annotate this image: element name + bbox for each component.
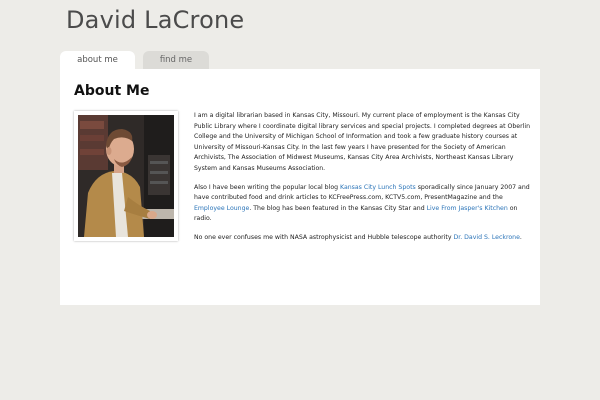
page: David LaCrone about me find me About Me — [0, 0, 600, 400]
bio-paragraph-2: Also I have been writing the popular loc… — [194, 183, 530, 225]
bio-paragraph-3-text-1: No one ever confuses me with NASA astrop… — [194, 234, 454, 241]
bio-paragraph-1: I am a digital librarian based in Kansas… — [194, 112, 530, 172]
site-title: David LaCrone — [66, 6, 245, 34]
profile-photo — [78, 115, 174, 237]
profile-photo-frame — [74, 111, 178, 241]
link-kansas-city-lunch-spots[interactable]: Kansas City Lunch Spots — [340, 184, 416, 191]
bio-paragraph-2-text-3: . The blog has been featured in the Kans… — [249, 204, 427, 212]
link-employee-lounge[interactable]: Employee Lounge — [194, 205, 249, 212]
bio-text: I am a digital librarian based in Kansas… — [194, 111, 530, 252]
content-panel: About Me I am a digital librarian based … — [60, 69, 540, 305]
tab-find-me[interactable]: find me — [143, 51, 209, 69]
bio-paragraph-3: No one ever confuses me with NASA astrop… — [194, 233, 530, 244]
link-dr-david-s-leckrone[interactable]: Dr. David S. Leckrone — [453, 234, 519, 241]
page-heading: About Me — [74, 83, 150, 99]
link-live-from-jaspers-kitchen[interactable]: Live From Jasper's Kitchen — [427, 205, 508, 212]
bio-paragraph-2-text-1: Also I have been writing the popular loc… — [194, 183, 340, 191]
tab-about-me[interactable]: about me — [60, 51, 135, 69]
bio-paragraph-3-text-2: . — [519, 234, 522, 241]
tab-bar: about me find me — [60, 51, 209, 69]
